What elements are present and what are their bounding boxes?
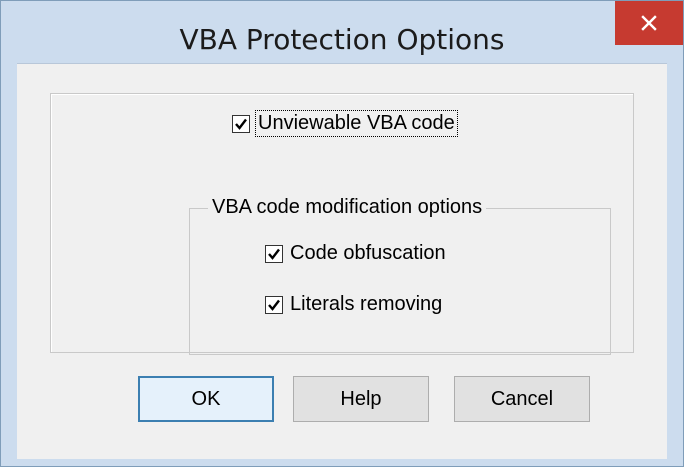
checkbox-label: Code obfuscation <box>290 242 446 264</box>
checkmark-icon <box>268 299 280 311</box>
cancel-button[interactable]: Cancel <box>454 376 590 422</box>
close-icon <box>641 15 657 31</box>
ok-button[interactable]: OK <box>138 376 274 422</box>
checkbox-label: Unviewable VBA code <box>255 110 458 137</box>
code-obfuscation-checkbox[interactable]: Code obfuscation <box>265 242 446 265</box>
group-label: VBA code modification options <box>208 196 487 219</box>
checkbox-box[interactable] <box>265 244 283 263</box>
dialog-body: Unviewable VBA code VBA code modificatio… <box>17 63 667 459</box>
close-button[interactable] <box>615 1 683 45</box>
modification-options-group: VBA code modification options Code obfus… <box>189 196 611 355</box>
checkbox-box[interactable] <box>232 114 250 133</box>
checkmark-icon <box>268 248 280 260</box>
literals-removing-checkbox[interactable]: Literals removing <box>265 293 442 316</box>
help-button[interactable]: Help <box>293 376 429 422</box>
checkmark-icon <box>235 118 247 130</box>
dialog-window: VBA Protection Options Unviewable VBA co… <box>0 0 684 467</box>
options-group: Unviewable VBA code VBA code modificatio… <box>50 93 634 355</box>
checkbox-box[interactable] <box>265 295 283 314</box>
checkbox-label: Literals removing <box>290 293 443 315</box>
unviewable-vba-code-checkbox[interactable]: Unviewable VBA code <box>232 110 458 137</box>
dialog-title: VBA Protection Options <box>179 23 505 56</box>
